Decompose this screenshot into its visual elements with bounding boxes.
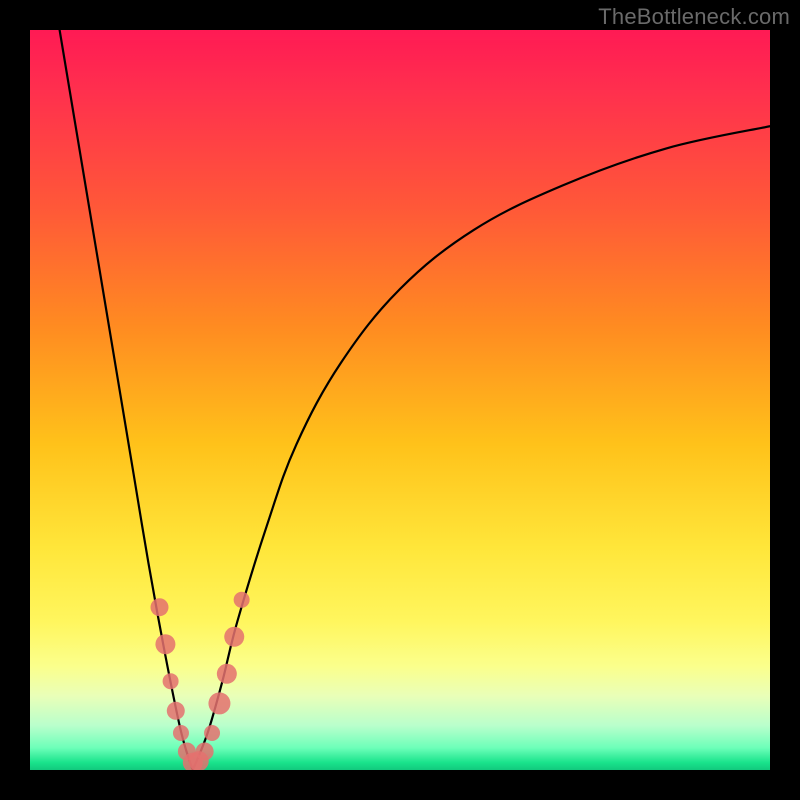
data-marker <box>155 634 175 654</box>
data-marker <box>151 598 169 616</box>
data-marker <box>167 702 185 720</box>
data-marker <box>173 725 189 741</box>
plot-area <box>30 30 770 770</box>
data-marker <box>196 743 214 761</box>
data-marker <box>234 592 250 608</box>
chart-frame: TheBottleneck.com <box>0 0 800 800</box>
curve-right-branch <box>193 126 770 770</box>
watermark-text: TheBottleneck.com <box>598 4 790 30</box>
data-marker <box>224 627 244 647</box>
curve-layer <box>60 30 770 770</box>
data-marker <box>208 692 230 714</box>
data-marker <box>217 664 237 684</box>
data-marker <box>163 673 179 689</box>
marker-layer <box>151 592 250 770</box>
data-marker <box>204 725 220 741</box>
curve-left-branch <box>60 30 193 770</box>
chart-svg <box>30 30 770 770</box>
